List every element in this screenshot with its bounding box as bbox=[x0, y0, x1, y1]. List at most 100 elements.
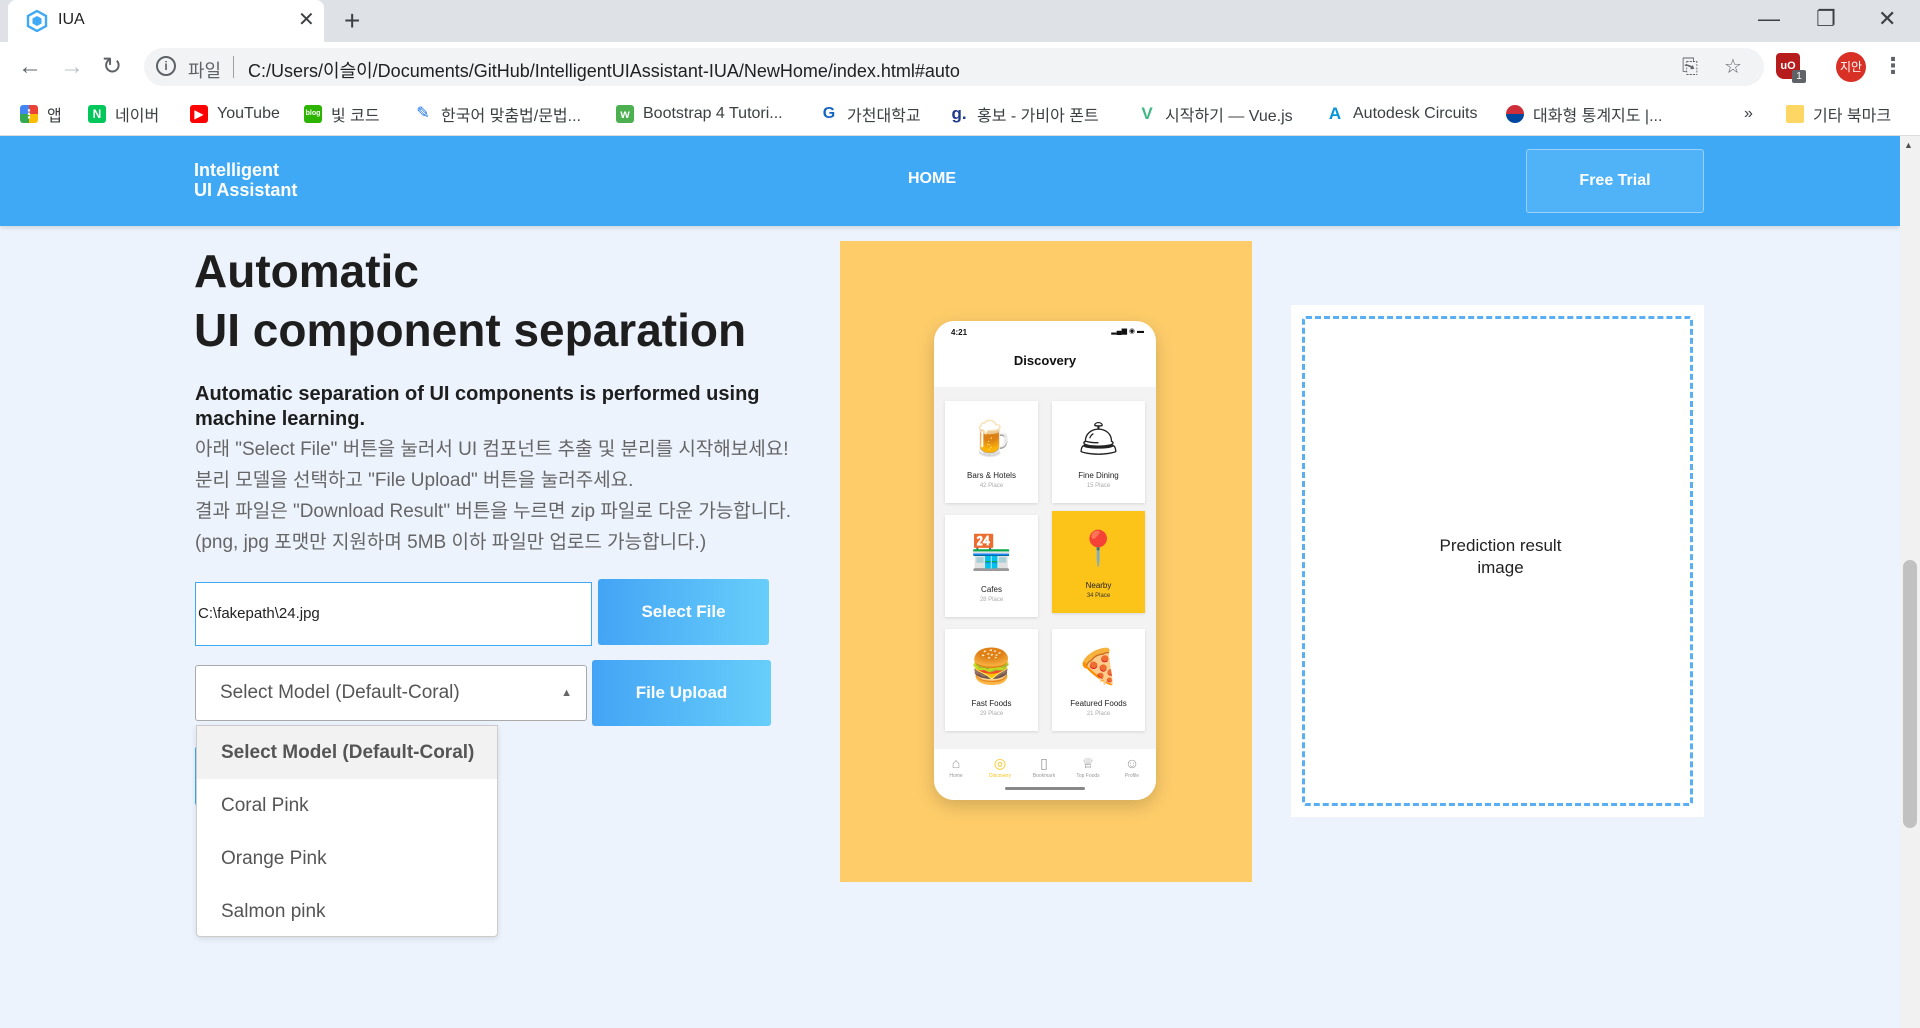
logo-line-2: UI Assistant bbox=[194, 180, 298, 200]
prediction-result-panel: Prediction result image bbox=[1291, 305, 1704, 817]
gachon-icon: G bbox=[820, 105, 838, 123]
bookmark-bootstrap[interactable]: w Bootstrap 4 Tutori... bbox=[616, 92, 783, 136]
card-count: 21 Place bbox=[1086, 711, 1111, 717]
file-upload-button[interactable]: File Upload bbox=[592, 660, 771, 726]
phone-tab-label: Discovery bbox=[989, 773, 1011, 779]
card-cafes: 🏪 Cafes 28 Place bbox=[945, 515, 1038, 617]
page-subtitle: Automatic separation of UI components is… bbox=[195, 383, 760, 430]
card-featured-foods: 🍕 Featured Foods 21 Place bbox=[1052, 629, 1145, 731]
location-icon: ◎ bbox=[993, 755, 1007, 771]
new-tab-icon[interactable]: + bbox=[344, 6, 360, 36]
page-description: 아래 "Select File" 버튼을 눌러서 UI 컴포넌트 추출 및 분리… bbox=[195, 434, 835, 558]
pizza-icon: 🍕 bbox=[1077, 648, 1120, 686]
nav-home-link[interactable]: HOME bbox=[908, 170, 956, 188]
korea-flag-icon bbox=[1506, 105, 1524, 123]
model-option-default[interactable]: Select Model (Default-Coral) bbox=[197, 726, 497, 779]
reload-icon[interactable]: ↻ bbox=[102, 52, 122, 82]
bookmark-vue[interactable]: V 시작하기 — Vue.js bbox=[1138, 92, 1293, 136]
chrome-menu-icon[interactable]: ⋮ bbox=[1882, 52, 1904, 80]
url-scheme-label: 파일 bbox=[188, 61, 222, 81]
phone-home-indicator bbox=[1005, 787, 1085, 790]
site-logo[interactable]: Intelligent UI Assistant bbox=[194, 160, 297, 200]
home-icon: ⌂ bbox=[951, 755, 961, 771]
bookmark-label: 홍보 - 가비아 폰트 bbox=[977, 108, 1099, 125]
phone-screen-title: Discovery bbox=[1013, 353, 1077, 368]
omnibox[interactable]: i 파일 C:/Users/이슬이/Documents/GitHub/Intel… bbox=[144, 48, 1764, 86]
phone-tab-label: Home bbox=[949, 773, 963, 779]
phone-tab-top-foods: ♕ Top Foods bbox=[1066, 755, 1110, 779]
bookmark-apps[interactable]: ⋮ 앱 bbox=[20, 92, 62, 136]
prediction-placeholder-text: Prediction result image bbox=[1305, 535, 1696, 579]
bookmark-label: Autodesk Circuits bbox=[1353, 105, 1478, 122]
card-fine-dining: 🛎 Fine Dining 15 Place bbox=[1052, 401, 1145, 503]
scrollbar-thumb[interactable] bbox=[1903, 560, 1917, 828]
phone-time: 4:21 bbox=[951, 328, 968, 337]
scroll-up-arrow-icon[interactable]: ▲ bbox=[1904, 140, 1913, 150]
gabia-icon: g. bbox=[950, 104, 968, 123]
bookmark-autodesk[interactable]: A Autodesk Circuits bbox=[1326, 92, 1478, 136]
other-bookmarks-folder[interactable]: 기타 북마크 bbox=[1786, 92, 1891, 136]
bookmark-gabia[interactable]: g. 홍보 - 가비아 폰트 bbox=[950, 92, 1099, 136]
youtube-icon: ▶ bbox=[190, 105, 208, 123]
description-line: 분리 모델을 선택하고 "File Upload" 버튼을 눌러주세요. bbox=[195, 470, 634, 491]
url-text[interactable]: C:/Users/이슬이/Documents/GitHub/Intelligen… bbox=[248, 57, 960, 83]
window-close-icon[interactable]: ✕ bbox=[1878, 6, 1896, 32]
bookmark-label: 대화형 통계지도 |... bbox=[1533, 108, 1663, 125]
user-icon: ☺ bbox=[1124, 755, 1140, 771]
translate-icon[interactable]: ⎘ bbox=[1682, 56, 1698, 78]
card-count: 28 Place bbox=[979, 597, 1004, 603]
description-line: 아래 "Select File" 버튼을 눌러서 UI 컴포넌트 추출 및 분리… bbox=[195, 439, 789, 460]
bookmark-label: 한국어 맞춤법/문법... bbox=[441, 108, 581, 125]
address-bar-row: ← → ↻ i 파일 C:/Users/이슬이/Documents/GitHub… bbox=[0, 42, 1920, 92]
model-select[interactable]: Select Model (Default-Coral) ▲ bbox=[195, 665, 587, 721]
phone-status-icons: ▂▄▆ ◉ ▬ bbox=[1111, 328, 1144, 335]
prediction-line-2: image bbox=[1477, 558, 1524, 577]
prediction-line-1: Prediction result bbox=[1439, 536, 1562, 555]
bookmark-youtube[interactable]: ▶ YouTube bbox=[190, 92, 280, 136]
minimize-icon[interactable]: — bbox=[1758, 6, 1780, 32]
back-arrow-icon[interactable]: ← bbox=[18, 52, 42, 82]
phone-tab-bar: ⌂ Home ◎ Discovery ▯ Bookmark ♕ Top Food… bbox=[934, 749, 1156, 800]
select-file-button[interactable]: Select File bbox=[598, 579, 769, 645]
card-nearby: 📍 Nearby 34 Place bbox=[1052, 511, 1145, 613]
description-line: (png, jpg 포맷만 지원하며 5MB 이하 파일만 업로드 가능합니다.… bbox=[195, 532, 707, 553]
card-name: Fine Dining bbox=[1078, 471, 1119, 480]
cafe-store-icon: 🏪 bbox=[970, 534, 1013, 572]
bookmark-speller[interactable]: ✎ 한국어 맞춤법/문법... bbox=[414, 92, 581, 136]
profile-avatar[interactable]: 지안 bbox=[1836, 52, 1866, 82]
bookmark-gachon[interactable]: G 가천대학교 bbox=[820, 92, 921, 136]
model-option-orange-pink[interactable]: Orange Pink bbox=[197, 832, 497, 885]
vue-icon: V bbox=[1138, 105, 1156, 123]
prediction-result-dropzone: Prediction result image bbox=[1302, 316, 1693, 806]
bookmarks-overflow-chevron[interactable]: » bbox=[1744, 92, 1753, 136]
card-name: Nearby bbox=[1085, 581, 1112, 590]
file-path-input[interactable]: C:\fakepath\24.jpg bbox=[195, 582, 592, 646]
trophy-icon: ♕ bbox=[1081, 755, 1095, 771]
iua-favicon-icon bbox=[26, 10, 48, 32]
site-info-icon[interactable]: i bbox=[156, 56, 176, 76]
model-select-value: Select Model (Default-Coral) bbox=[220, 682, 460, 703]
card-name: Cafes bbox=[981, 585, 1002, 594]
model-option-salmon-pink[interactable]: Salmon pink bbox=[197, 885, 497, 938]
map-pin-icon: 📍 bbox=[1077, 530, 1120, 568]
restore-icon[interactable]: ❐ bbox=[1816, 6, 1836, 32]
bookmark-naver[interactable]: N 네이버 bbox=[88, 92, 159, 136]
bookmark-blog[interactable]: blog 빛 코드 bbox=[304, 92, 380, 136]
tab-close-icon[interactable]: ✕ bbox=[298, 9, 315, 31]
card-fast-foods: 🍔 Fast Foods 29 Place bbox=[945, 629, 1038, 731]
forward-arrow-icon[interactable]: → bbox=[60, 52, 84, 82]
extension-badge: 1 bbox=[1792, 70, 1806, 83]
folder-icon bbox=[1786, 105, 1804, 123]
cloche-icon: 🛎 bbox=[1076, 420, 1121, 458]
caret-up-icon: ▲ bbox=[561, 687, 572, 699]
bookmark-label: 네이버 bbox=[115, 108, 160, 125]
page-viewport: Intelligent UI Assistant HOME Free Trial… bbox=[0, 136, 1900, 1028]
bookmark-star-icon[interactable]: ☆ bbox=[1724, 56, 1742, 78]
bookmark-stats-map[interactable]: 대화형 통계지도 |... bbox=[1506, 92, 1662, 136]
free-trial-button[interactable]: Free Trial bbox=[1526, 149, 1704, 213]
bookmark-label: Bootstrap 4 Tutori... bbox=[643, 105, 783, 122]
model-option-coral-pink[interactable]: Coral Pink bbox=[197, 779, 497, 832]
browser-tab[interactable]: IUA ✕ bbox=[8, 0, 324, 42]
phone-tab-label: Top Foods bbox=[1076, 773, 1100, 779]
card-count: 34 Place bbox=[1086, 593, 1111, 599]
